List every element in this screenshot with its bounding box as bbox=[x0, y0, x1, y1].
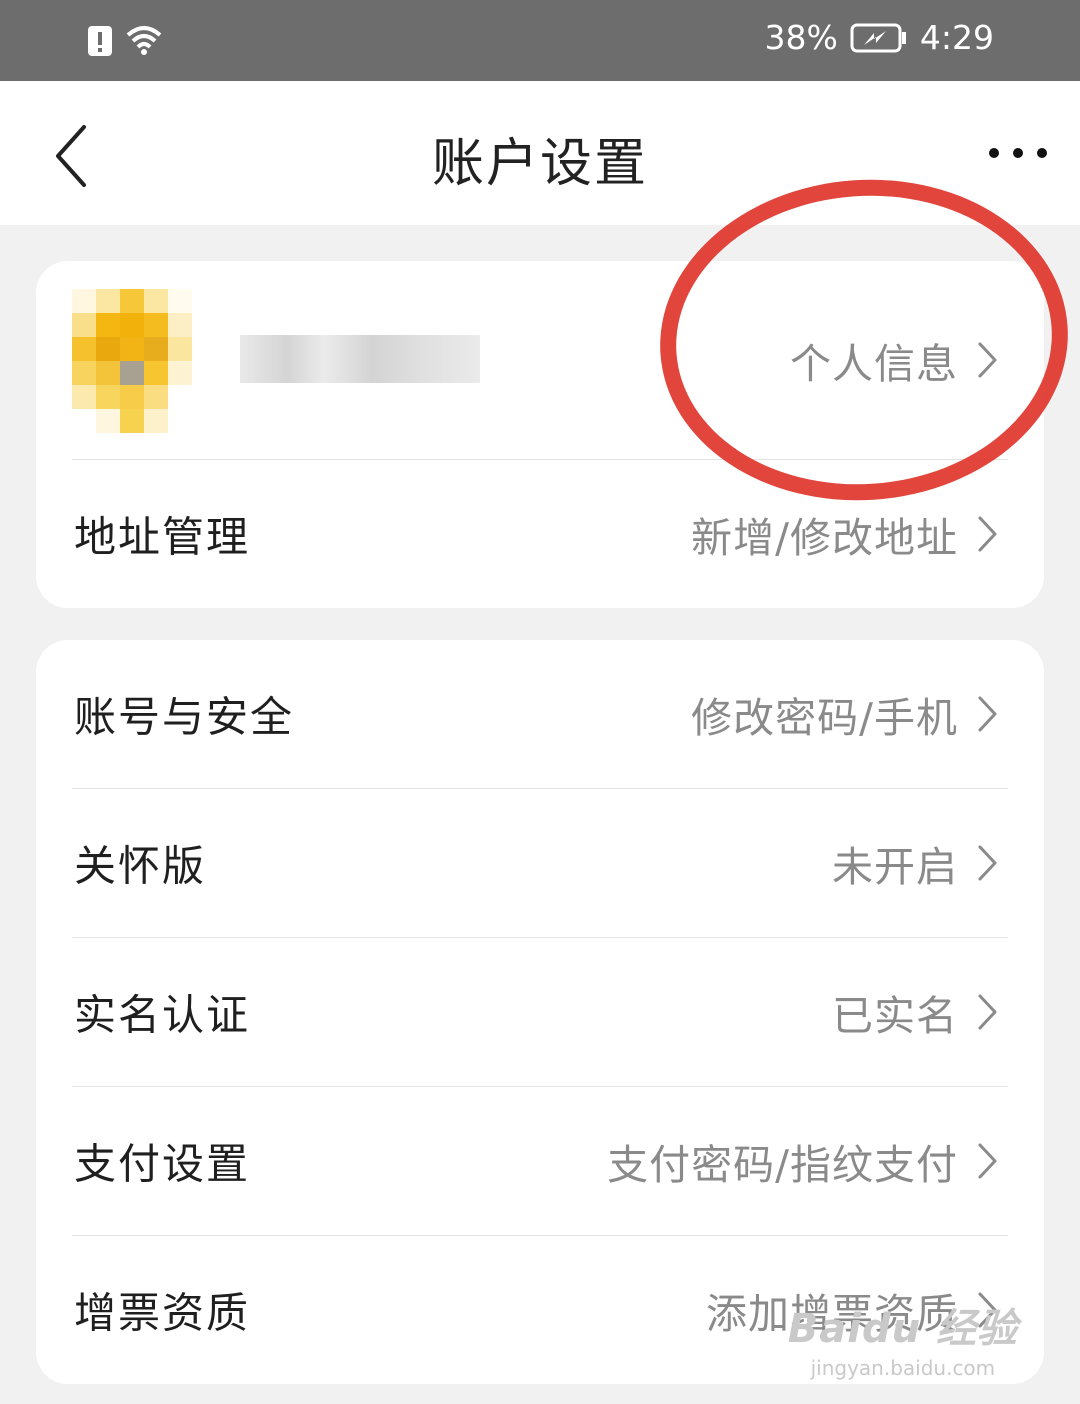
row-value: 修改密码/手机 bbox=[691, 694, 958, 742]
address-management-row[interactable]: 地址管理 新增/修改地址 bbox=[72, 460, 1008, 608]
chevron-right-icon bbox=[978, 845, 997, 881]
chevron-right-icon bbox=[978, 1292, 997, 1328]
chevron-right-icon bbox=[978, 994, 997, 1030]
row-label: 增票资质 bbox=[74, 1288, 251, 1338]
real-name-verification-row[interactable]: 实名认证 已实名 bbox=[72, 938, 1008, 1087]
care-mode-row[interactable]: 关怀版 未开启 bbox=[72, 789, 1008, 938]
row-value: 未开启 bbox=[832, 843, 958, 891]
row-value: 支付密码/指纹支付 bbox=[607, 1141, 958, 1189]
row-value: 添加增票资质 bbox=[706, 1290, 958, 1338]
status-bar: 38% 4:29 bbox=[0, 0, 1080, 81]
status-icons-right: 38% 4:29 bbox=[765, 18, 994, 57]
chevron-right-icon bbox=[978, 1143, 997, 1179]
battery-percent: 38% bbox=[764, 18, 838, 57]
personal-info-row[interactable]: 个人信息 bbox=[72, 261, 1008, 460]
payment-settings-row[interactable]: 支付设置 支付密码/指纹支付 bbox=[72, 1087, 1008, 1236]
profile-card: 个人信息 地址管理 新增/修改地址 bbox=[36, 261, 1044, 608]
chevron-right-icon bbox=[978, 696, 997, 732]
row-label: 支付设置 bbox=[74, 1139, 251, 1189]
username-blurred bbox=[240, 335, 480, 383]
more-options-icon[interactable] bbox=[986, 136, 1050, 170]
account-security-row[interactable]: 账号与安全 修改密码/手机 bbox=[72, 640, 1008, 789]
alert-icon bbox=[88, 26, 112, 56]
chevron-right-icon bbox=[978, 516, 997, 552]
page-title: 账户设置 bbox=[431, 134, 648, 194]
settings-card: 账号与安全 修改密码/手机 关怀版 未开启 实名认证 已实名 支付设置 支付密码… bbox=[36, 640, 1044, 1384]
row-label: 实名认证 bbox=[74, 990, 251, 1040]
personal-info-link[interactable]: 个人信息 bbox=[790, 330, 958, 390]
battery-charging-icon bbox=[850, 23, 906, 52]
row-label: 关怀版 bbox=[74, 841, 207, 891]
row-label: 地址管理 bbox=[74, 512, 251, 562]
vat-invoice-qualification-row[interactable]: 增票资质 添加增票资质 bbox=[72, 1236, 1008, 1384]
avatar bbox=[72, 289, 192, 433]
row-value: 新增/修改地址 bbox=[691, 514, 958, 562]
status-icons-left bbox=[86, 22, 164, 58]
chevron-right-icon bbox=[978, 342, 997, 378]
clock: 4:29 bbox=[919, 18, 994, 57]
wifi-icon bbox=[126, 26, 162, 55]
row-label: 账号与安全 bbox=[74, 692, 295, 742]
row-value: 已实名 bbox=[832, 992, 958, 1040]
top-nav-bar: 账户设置 bbox=[0, 81, 1080, 225]
